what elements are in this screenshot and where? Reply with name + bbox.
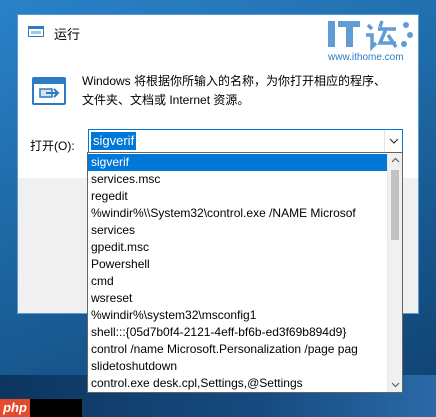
history-item[interactable]: wsreset (88, 290, 387, 307)
dropdown-scrollbar[interactable] (387, 153, 402, 392)
watermark-url: www.ithome.com (328, 52, 404, 63)
chevron-down-icon (389, 138, 399, 144)
run-description: Windows 将根据你所输入的名称，为你打开相应的程序、 文件夹、文档或 In… (82, 72, 402, 110)
history-item[interactable]: sigverif (88, 154, 387, 171)
history-item[interactable]: regedit (88, 188, 387, 205)
ithome-logo-icon (328, 20, 413, 52)
history-dropdown-list: sigverif services.msc regedit %windir%\\Sys… (87, 152, 403, 393)
history-item[interactable]: shell:::{05d7b0f4-2121-4eff-bf6b-ed3f69b… (88, 324, 387, 341)
history-item[interactable]: slidetoshutdown (88, 358, 387, 375)
window-title: 运行 (54, 27, 81, 42)
ithome-watermark: www.ithome.com (326, 17, 418, 65)
run-program-icon (32, 77, 66, 105)
description-line-2: 文件夹、文档或 Internet 资源。 (82, 93, 250, 107)
history-item[interactable]: control.exe desk.cpl,Settings,@Settings (88, 375, 387, 392)
arrow-up-icon (391, 157, 400, 163)
overlay-strip (30, 399, 82, 417)
history-item[interactable]: %windir%\system32\msconfig1 (88, 307, 387, 324)
title-bar[interactable]: 运行 www.ithome.com (18, 15, 418, 63)
history-item[interactable]: Powershell (88, 256, 387, 273)
description-line-1: Windows 将根据你所输入的名称，为你打开相应的程序、 (82, 74, 387, 88)
history-item[interactable]: services (88, 222, 387, 239)
scroll-up-button[interactable] (388, 153, 402, 168)
open-field-label: 打开(O): (30, 139, 75, 153)
history-item[interactable]: services.msc (88, 171, 387, 188)
scroll-thumb[interactable] (391, 170, 399, 240)
history-item[interactable]: control /name Microsoft.Personalization … (88, 341, 387, 358)
combobox-dropdown-button[interactable] (384, 130, 402, 152)
run-app-icon (28, 26, 44, 37)
history-item[interactable]: %windir%\\System32\control.exe /NAME Mic… (88, 205, 387, 222)
open-combobox[interactable]: sigverif (88, 129, 403, 153)
history-item[interactable]: gpedit.msc (88, 239, 387, 256)
php-badge: php (0, 399, 30, 417)
history-item[interactable]: cmd (88, 273, 387, 290)
arrow-down-icon (391, 382, 400, 388)
open-input[interactable]: sigverif (91, 132, 137, 150)
scroll-down-button[interactable] (388, 377, 402, 392)
